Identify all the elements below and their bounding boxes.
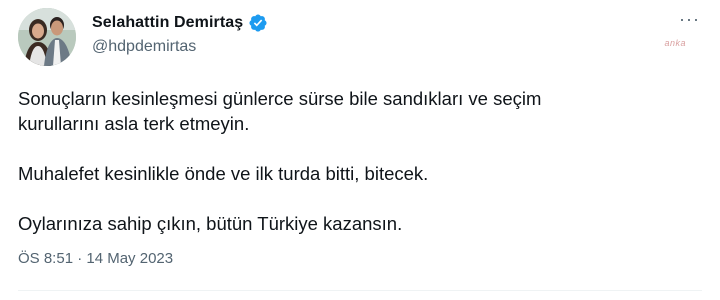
tweet-line: Muhalefet kesinlikle önde ve ilk turda b… [18, 163, 429, 184]
tweet-line: Oylarınıza sahip çıkın, bütün Türkiye ka… [18, 213, 403, 234]
tweet-paragraph: Oylarınıza sahip çıkın, bütün Türkiye ka… [18, 211, 698, 236]
avatar[interactable] [18, 8, 76, 66]
author-block: Selahattin Demirtaş @hdpdemirtas [92, 12, 268, 56]
verified-badge-icon[interactable] [248, 13, 268, 33]
divider [18, 290, 702, 291]
tweet-card: Selahattin Demirtaş @hdpdemirtas ··· ank… [0, 0, 720, 300]
tweet-text: Sonuçların kesinleşmesi günlerce sürse b… [18, 86, 698, 236]
tweet-line: kurullarını asla terk etmeyin. [18, 113, 250, 134]
tweet-timestamp[interactable]: ÖS 8:51 · 14 May 2023 [18, 250, 173, 267]
tweet-line: Sonuçların kesinleşmesi günlerce sürse b… [18, 88, 542, 109]
watermark-logo: anka [664, 38, 686, 48]
avatar-image [18, 8, 76, 66]
tweet-paragraph: Muhalefet kesinlikle önde ve ilk turda b… [18, 161, 698, 186]
author-handle[interactable]: @hdpdemirtas [92, 38, 268, 56]
more-options-button[interactable]: ··· [679, 10, 700, 28]
author-name-row: Selahattin Demirtaş [92, 12, 268, 34]
author-display-name[interactable]: Selahattin Demirtaş [92, 14, 243, 32]
tweet-paragraph: Sonuçların kesinleşmesi günlerce sürse b… [18, 86, 698, 136]
